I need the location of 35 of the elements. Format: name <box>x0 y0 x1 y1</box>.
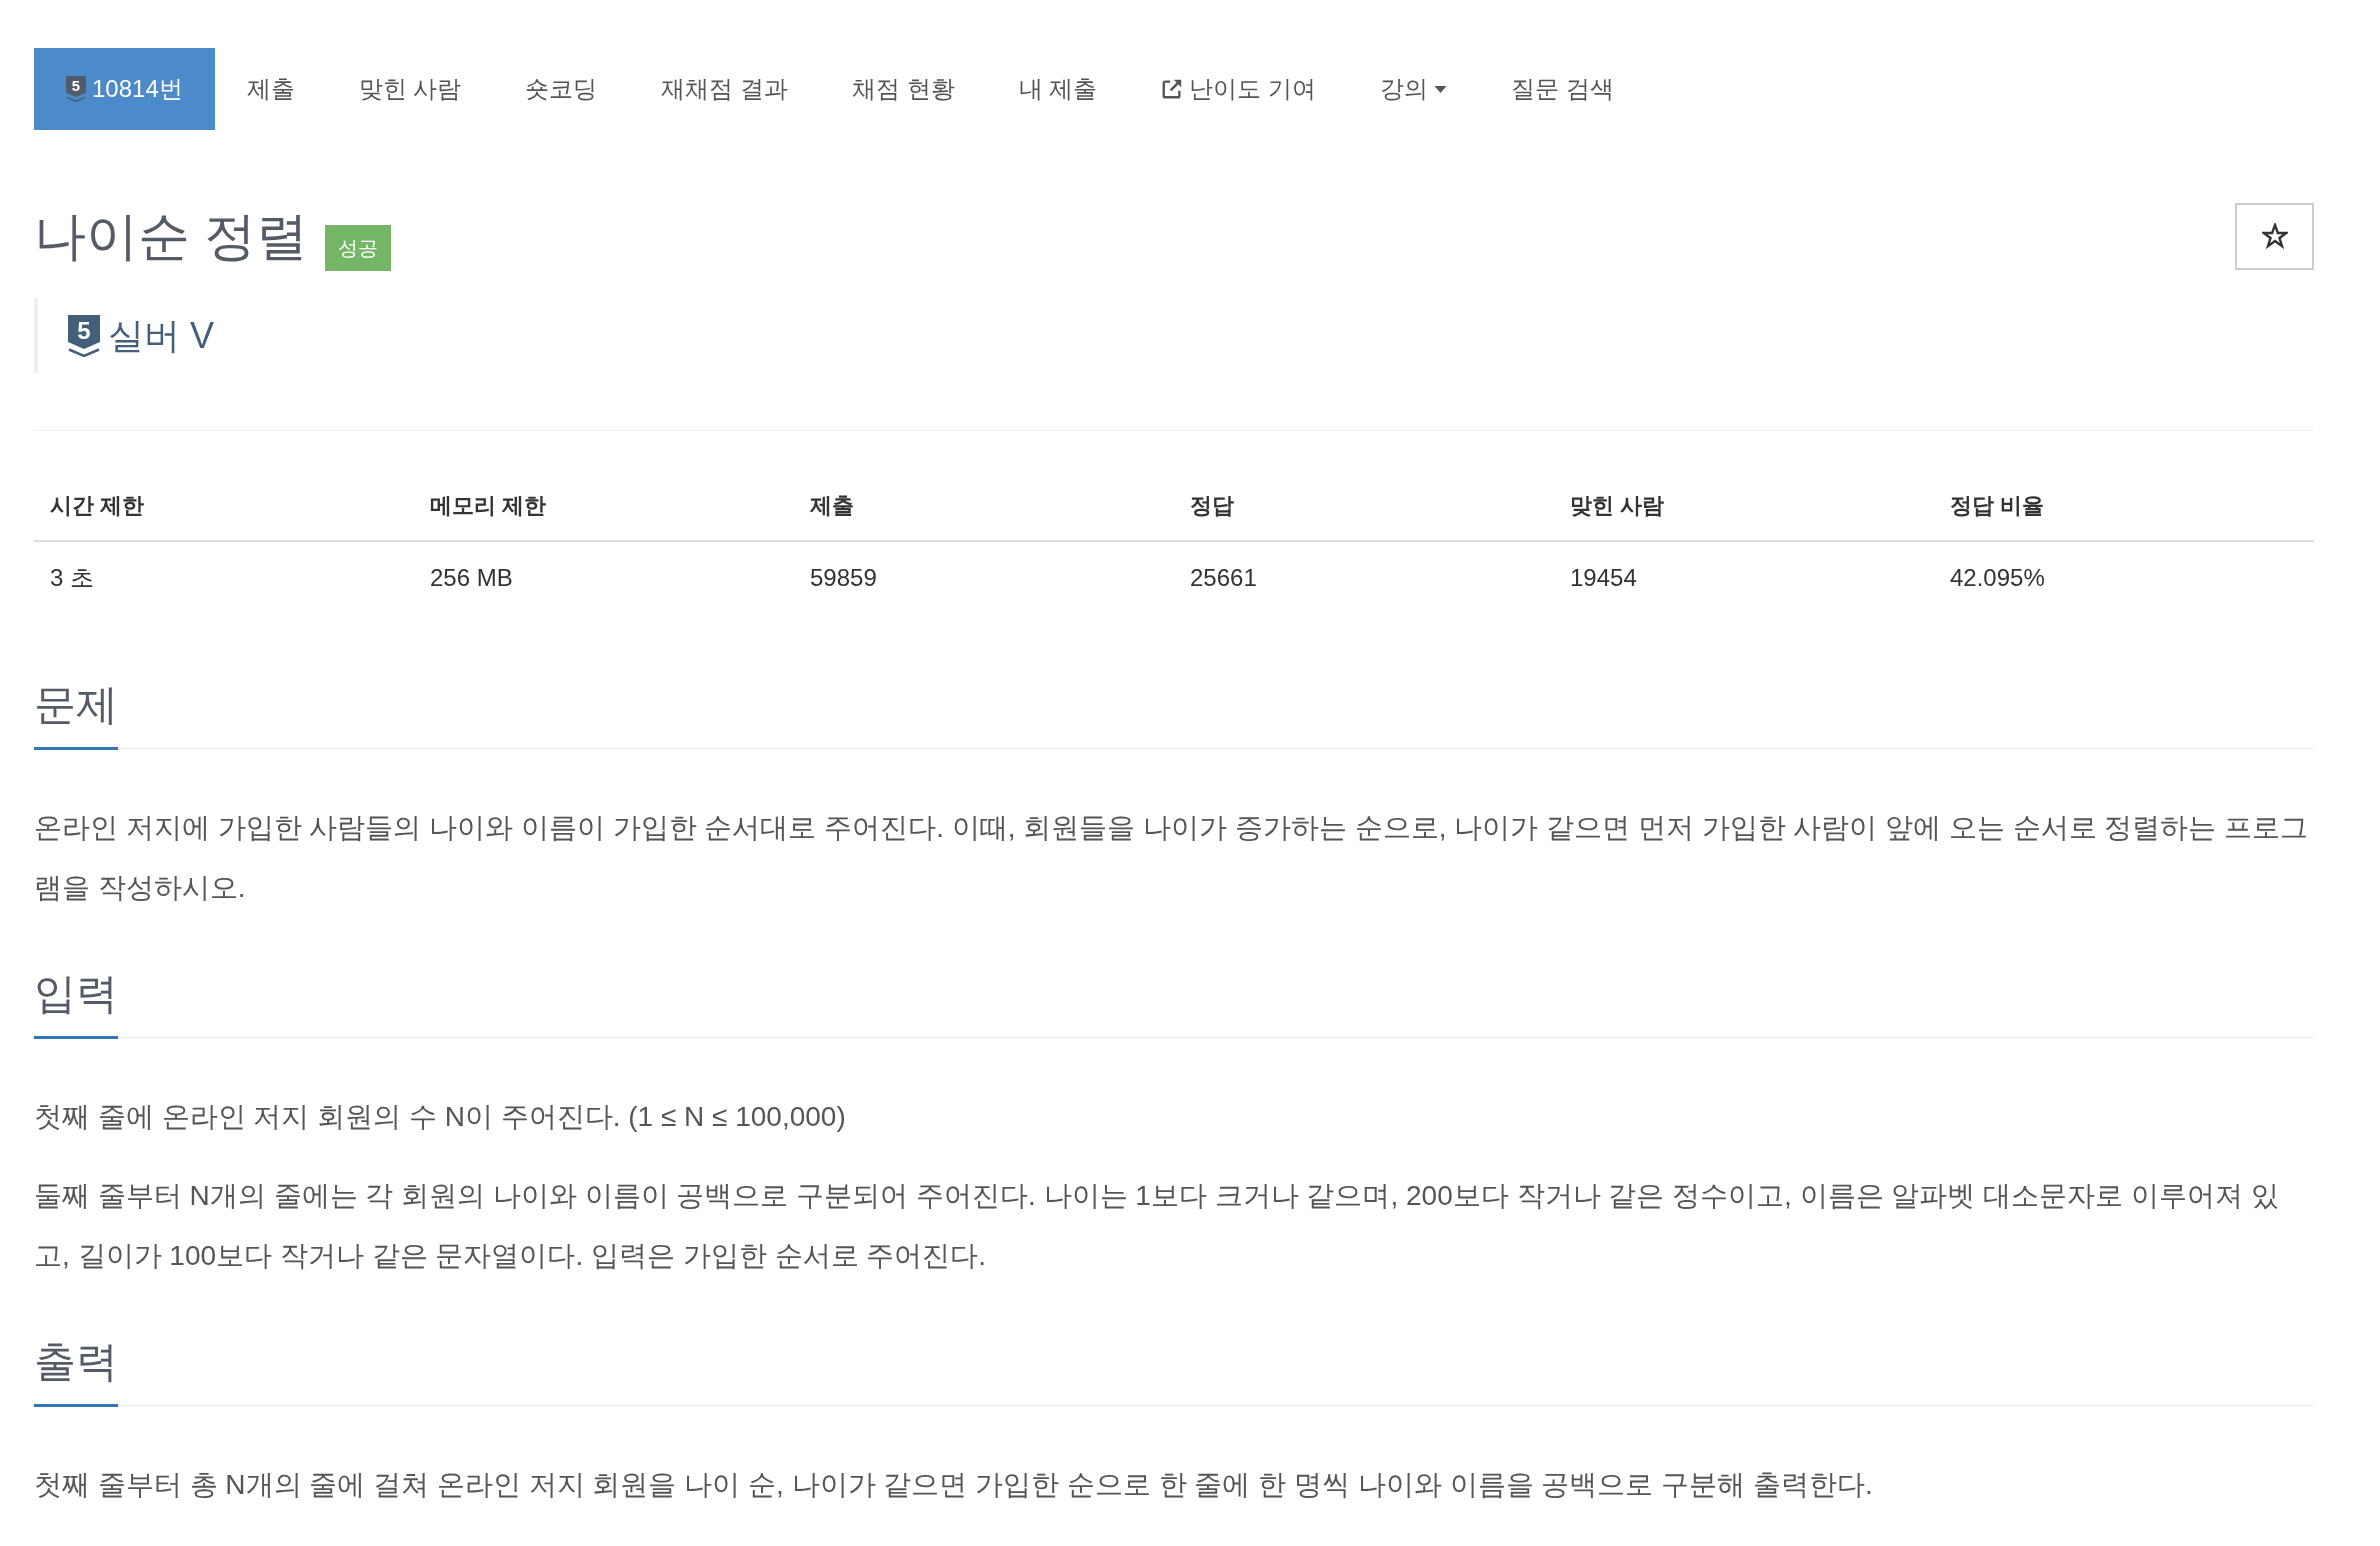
favorite-button[interactable] <box>2235 202 2314 270</box>
section-heading: 출력 <box>34 1339 118 1407</box>
column-header: 정답 <box>1189 492 1235 520</box>
column-header: 정답 비율 <box>1949 492 2046 520</box>
column-header: 시간 제한 <box>49 492 146 520</box>
table-cell-text: 59859 <box>809 563 878 593</box>
nav-tab[interactable]: 재채점 결과 <box>629 48 821 130</box>
table-cell-text: 256 MB <box>429 563 514 593</box>
table-cell-text: 3 초 <box>49 563 95 593</box>
result-badge: 성공 <box>325 225 392 271</box>
nav-tab[interactable]: 5 10814번 <box>34 48 215 130</box>
nav-tab[interactable]: 강의 <box>1348 48 1480 130</box>
nav-tab[interactable]: 내 제출 <box>986 48 1130 130</box>
description-paragraph: 온라인 저지에 가입한 사람들의 나이와 이름이 가입한 순서대로 주어진다. 이때, 회원들을 나이가 증가하는 순으로, 나이가 같으면 먼저 가입한 사람이 앞에 오는 순서로 정렬하는 프로그램을 작성하시오. <box>34 811 2310 905</box>
column-header: 맞힌 사람 <box>1569 492 1666 520</box>
section-heading: 입력 <box>34 971 118 1039</box>
column-header: 메모리 제한 <box>429 492 548 520</box>
caret-icon <box>1434 85 1448 93</box>
table-cell-text: 25661 <box>1189 563 1258 593</box>
description-paragraph: 둘째 줄부터 N개의 줄에는 각 회원의 나이와 이름이 공백으로 구분되어 주어진다. 나이는 1보다 크거나 같으며, 200보다 작거나 같은 정수이고, 이름은 알파벳 대소문자로 이루어져 있고, 길이가 100보다 작거나 같은 문자열이다. 입력은 가입한 순서로 주어진다. <box>34 1179 2280 1273</box>
nav-tab[interactable]: 맞힌 사람 <box>326 48 494 130</box>
problem-title: 나이순 정렬 <box>34 206 309 266</box>
external-link-icon <box>1161 78 1184 100</box>
nav-tab[interactable]: 질문 검색 <box>1479 48 1646 130</box>
nav-tab[interactable]: 숏코딩 <box>493 48 630 130</box>
tier-name: 실버 V <box>108 314 214 357</box>
description-paragraph: 첫째 줄에 온라인 저지 회원의 수 N이 주어진다. (1 ≤ N ≤ 100,000) <box>34 1100 847 1134</box>
description-paragraph: 첫째 줄부터 총 N개의 줄에 걸쳐 온라인 저지 회원을 나이 순, 나이가 같으면 가입한 순으로 한 줄에 한 명씩 나이와 이름을 공백으로 구분해 출력한다. <box>34 1468 1874 1502</box>
table-cell-text: 42.095% <box>1949 563 2046 593</box>
table-cell-text: 19454 <box>1569 563 1638 593</box>
nav-tab[interactable]: 채점 현황 <box>820 48 987 130</box>
column-header: 제출 <box>809 492 855 520</box>
nav-tab[interactable]: 난이도 기여 <box>1129 48 1349 130</box>
nav-tab[interactable]: 제출 <box>214 48 327 130</box>
section-heading: 문제 <box>34 682 118 750</box>
